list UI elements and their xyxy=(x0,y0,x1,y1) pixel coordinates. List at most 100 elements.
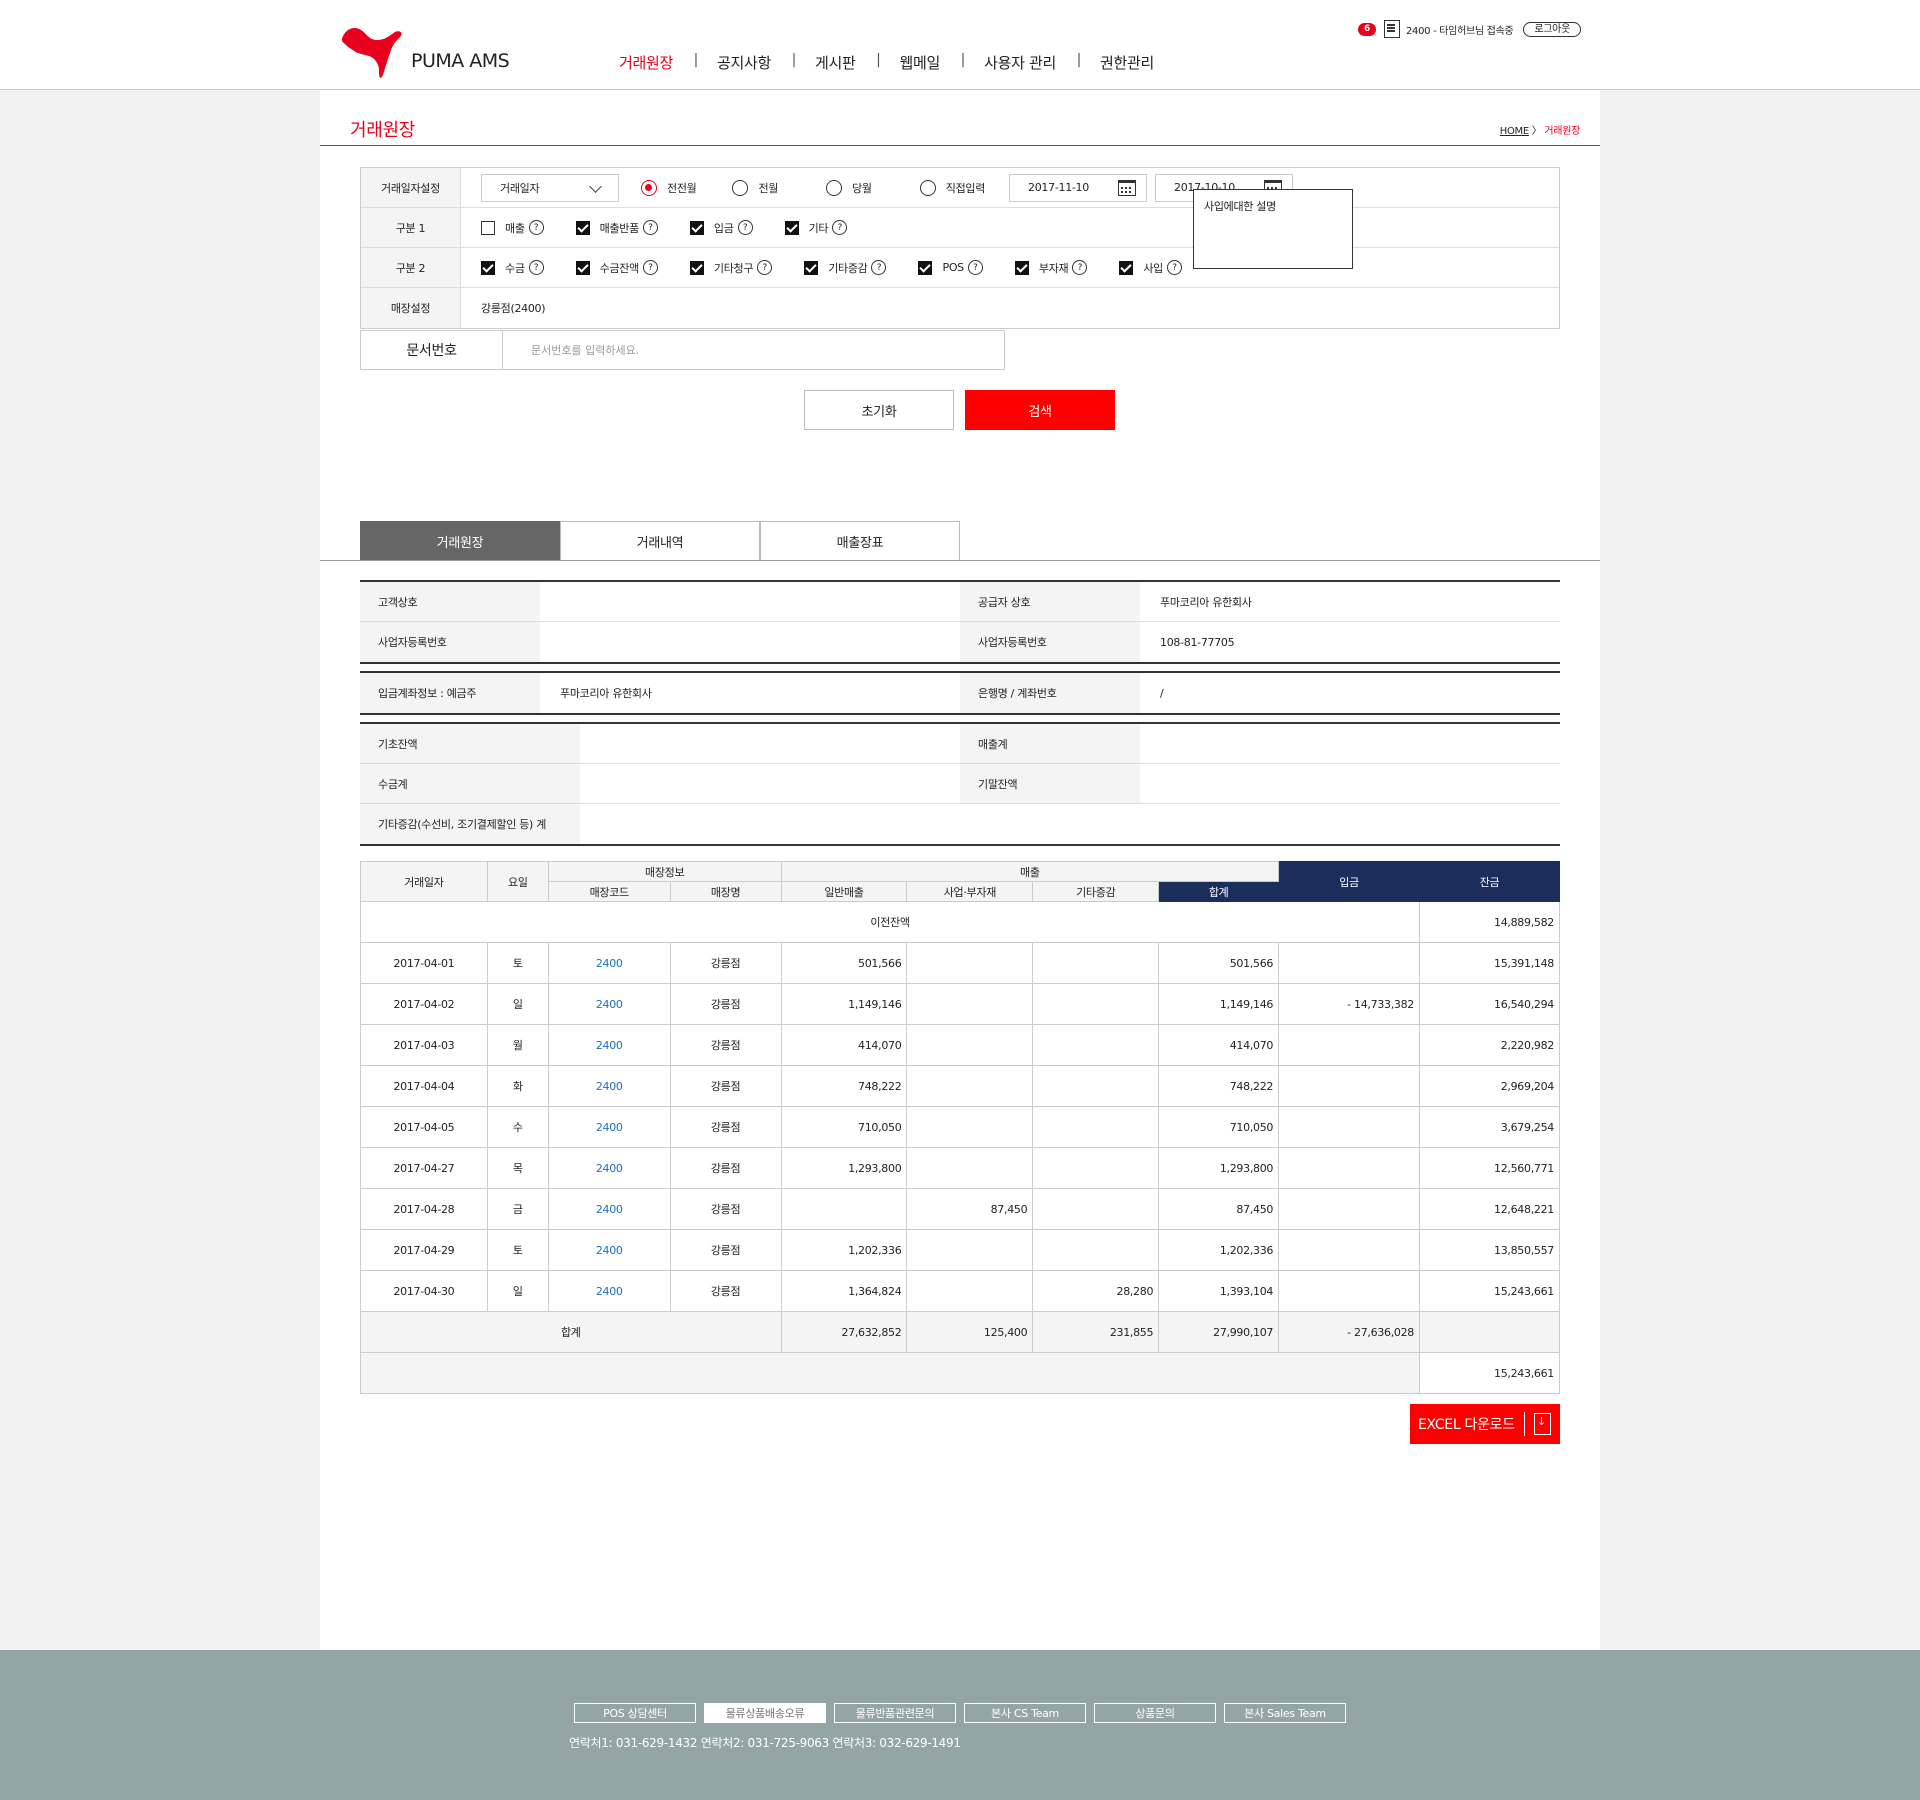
radio-last-month[interactable]: 전월 xyxy=(732,179,778,196)
main-content: 거래원장 HOME 〉 거래원장 거래일자설정 거래일자 전전월 전월 당월 직… xyxy=(320,90,1600,1650)
bizno-value xyxy=(540,622,960,662)
chevron-down-icon xyxy=(589,179,602,193)
help-icon[interactable]: ? xyxy=(528,260,544,275)
help-icon[interactable]: ? xyxy=(1072,260,1088,275)
check-etc-change[interactable]: 기타증감? xyxy=(804,260,887,276)
cell-day: 일 xyxy=(486,983,549,1025)
col-store-name: 매장명 xyxy=(669,881,782,902)
check-pos[interactable]: POS? xyxy=(918,260,983,275)
nav-user-admin[interactable]: 사용자 관리 xyxy=(962,52,1081,73)
cell-sum: 501,566 xyxy=(1158,942,1280,984)
header: PUMA AMS 거래원장 공지사항 게시판 웹메일 사용자 관리 권한관리 6… xyxy=(0,0,1920,90)
prev-balance-row: 이전잔액 14,889,582 xyxy=(359,901,1560,943)
nav-notice[interactable]: 공지사항 xyxy=(695,52,796,73)
search-button[interactable]: 검색 xyxy=(965,390,1115,430)
store-code-link[interactable]: 2400 xyxy=(547,1065,671,1107)
checkbox-icon xyxy=(481,220,495,235)
help-icon[interactable]: ? xyxy=(528,220,544,235)
nav-webmail[interactable]: 웹메일 xyxy=(878,52,965,73)
store-code-link[interactable]: 2400 xyxy=(547,1270,671,1312)
total-row: 합계 27,632,852 125,400 231,855 27,990,107… xyxy=(360,1311,1560,1353)
tab-ledger[interactable]: 거래원장 xyxy=(360,521,560,561)
footer-pos-center[interactable]: POS 상담센터 xyxy=(574,1703,696,1723)
total-deposit: - 27,636,028 xyxy=(1278,1311,1421,1353)
closing-balance-value xyxy=(1140,764,1560,803)
breadcrumb-current: 거래원장 xyxy=(1544,126,1580,137)
nav-permission[interactable]: 권한관리 xyxy=(1078,52,1176,73)
help-icon[interactable]: ? xyxy=(642,220,658,235)
cell-day: 토 xyxy=(486,1229,549,1271)
nav-ledger[interactable]: 거래원장 xyxy=(597,52,698,73)
help-icon[interactable]: ? xyxy=(1166,260,1182,275)
store-code-link[interactable]: 2400 xyxy=(547,1229,671,1271)
help-icon[interactable]: ? xyxy=(832,220,848,235)
customer-info: 고객상호 공급자 상호 푸마코리아 유한회사 사업자등록번호 사업자등록번호 1… xyxy=(360,580,1560,664)
purchase-tooltip: 사입에대한 설명 xyxy=(1193,189,1353,269)
footer-sales-team[interactable]: 본사 Sales Team xyxy=(1224,1703,1346,1723)
checkbox-label: 수금잔액 xyxy=(599,261,640,275)
check-purchase[interactable]: 사입? xyxy=(1119,260,1182,276)
doc-number-label: 문서번호 xyxy=(360,330,503,370)
doc-number-input[interactable] xyxy=(531,343,1004,357)
calendar-icon[interactable] xyxy=(1118,179,1137,196)
store-code-link[interactable]: 2400 xyxy=(547,1024,671,1066)
cell-name: 강릉점 xyxy=(669,942,782,984)
check-collection[interactable]: 수금? xyxy=(481,260,544,276)
cell-day: 금 xyxy=(486,1188,549,1230)
store-code-link[interactable]: 2400 xyxy=(547,1188,671,1230)
cell-etc xyxy=(1032,1188,1160,1230)
help-icon[interactable]: ? xyxy=(642,260,658,275)
store-code-link[interactable]: 2400 xyxy=(547,1147,671,1189)
date-type-select[interactable]: 거래일자 xyxy=(481,173,619,202)
supplier-bizno-value: 108-81-77705 xyxy=(1160,635,1235,649)
user-status: 2400 - 타임허브님 접속중 xyxy=(1405,25,1514,37)
check-etc-billing[interactable]: 기타청구? xyxy=(689,260,773,276)
radio-two-months-ago[interactable]: 전전월 xyxy=(641,179,697,196)
check-deposit[interactable]: 입금? xyxy=(689,220,753,236)
store-code-link[interactable]: 2400 xyxy=(547,983,671,1025)
col-sales-sum: 합계 xyxy=(1158,881,1280,902)
store-code-link[interactable]: 2400 xyxy=(547,1106,671,1148)
check-sales[interactable]: 매출? xyxy=(481,220,544,236)
date-from-field[interactable]: 2017-11-10 xyxy=(1009,173,1148,202)
final-balance-spacer xyxy=(359,1352,1421,1394)
cell-deposit xyxy=(1278,1024,1421,1066)
table-row: 2017-04-29 토 2400 강릉점 1,202,336 1,202,336 13,8… xyxy=(360,1229,1560,1271)
check-materials[interactable]: 부자재? xyxy=(1014,260,1088,276)
help-icon[interactable]: ? xyxy=(967,260,983,275)
tab-transactions[interactable]: 거래내역 xyxy=(560,521,760,561)
cell-sum: 1,149,146 xyxy=(1158,983,1280,1025)
footer-return-inquiry[interactable]: 물류반품관련문의 xyxy=(834,1703,956,1723)
check-collection-balance[interactable]: 수금잔액? xyxy=(575,260,658,276)
logout-button[interactable]: 로그아웃 xyxy=(1523,21,1581,37)
nav-board[interactable]: 게시판 xyxy=(793,52,880,73)
footer-delivery-error[interactable]: 물류상품배송오류 xyxy=(704,1703,826,1723)
brand-name: PUMA AMS xyxy=(411,50,510,72)
help-icon[interactable]: ? xyxy=(757,260,773,275)
radio-manual[interactable]: 직접입력 xyxy=(919,179,985,196)
excel-download-button[interactable]: EXCEL 다운로드 xyxy=(1410,1404,1560,1444)
supplier-bizno-label: 사업자등록번호 xyxy=(960,622,1140,662)
check-sales-return[interactable]: 매출반품? xyxy=(575,220,658,236)
puma-logo[interactable]: PUMA AMS xyxy=(339,22,519,82)
table-row: 2017-04-30 일 2400 강릉점 1,364,824 28,280 1,393,1… xyxy=(360,1270,1560,1312)
checkbox-checked-icon xyxy=(689,220,704,235)
breadcrumb-home[interactable]: HOME xyxy=(1500,126,1529,137)
radio-this-month[interactable]: 당월 xyxy=(826,179,872,196)
footer-product-inquiry[interactable]: 상품문의 xyxy=(1094,1703,1216,1723)
table-row: 2017-04-03 월 2400 강릉점 414,070 414,070 2,220,98… xyxy=(360,1024,1560,1066)
store-code-link[interactable]: 2400 xyxy=(547,942,671,984)
bank-label: 은행명 / 계좌번호 xyxy=(960,673,1140,713)
reset-button[interactable]: 초기화 xyxy=(804,390,954,430)
col-balance: 잔금 xyxy=(1419,861,1560,902)
cell-general: 501,566 xyxy=(780,942,908,984)
tab-sales-report[interactable]: 매출장표 xyxy=(760,521,960,561)
cell-day: 화 xyxy=(486,1065,549,1107)
footer-cs-team[interactable]: 본사 CS Team xyxy=(964,1703,1086,1723)
cell-balance: 12,648,221 xyxy=(1419,1188,1560,1230)
message-icon[interactable] xyxy=(1383,20,1400,38)
help-icon[interactable]: ? xyxy=(737,220,753,235)
help-icon[interactable]: ? xyxy=(871,260,887,275)
check-etc[interactable]: 기타? xyxy=(784,220,848,236)
button-divider xyxy=(1524,1412,1525,1436)
